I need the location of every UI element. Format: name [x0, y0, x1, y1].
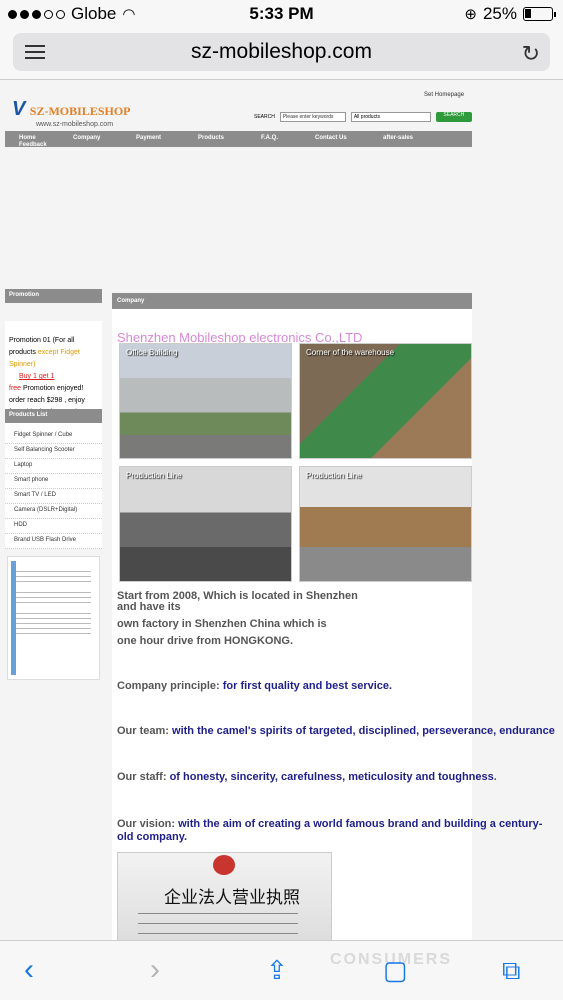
- national-emblem-icon: [213, 855, 235, 875]
- nav-feedback[interactable]: Feedback: [19, 142, 47, 148]
- nav-products[interactable]: Products: [198, 135, 224, 141]
- certificate-image[interactable]: [7, 556, 100, 680]
- principle-text: for first quality and best service.: [222, 680, 393, 692]
- promotion-box: Promotion Promotion 01 (For all products…: [5, 289, 102, 426]
- vision-text-1: with the aim of creating a world famous …: [178, 818, 543, 830]
- nav-payment[interactable]: Payment: [136, 135, 161, 141]
- intro-line-3: own factory in Shenzhen China which is: [117, 618, 327, 630]
- production-line-photo[interactable]: Production Line: [299, 466, 472, 582]
- tabs-icon[interactable]: ⧉: [502, 955, 521, 987]
- site-logo[interactable]: V SZ-MOBILESHOP www.sz-mobileshop.com: [12, 98, 130, 128]
- product-item[interactable]: Self Balancing Scooter: [5, 444, 102, 459]
- product-item[interactable]: Brand USB Flash Drive: [5, 534, 102, 549]
- logo-mark-icon: V: [12, 98, 26, 120]
- vision-text-2: old company.: [117, 831, 188, 843]
- set-homepage-link[interactable]: Set Homepage: [424, 92, 464, 98]
- team-row: Our team: with the camel's spirits of ta…: [117, 725, 555, 737]
- team-label: Our team:: [117, 725, 169, 737]
- url-text[interactable]: sz-mobileshop.com: [13, 40, 550, 64]
- nav-after-sales[interactable]: after-sales: [383, 135, 413, 141]
- principle-row: Company principle: for first quality and…: [117, 680, 392, 692]
- status-bar: Globe ◠ 5:33 PM ⊕ 25%: [0, 0, 563, 28]
- team-text: with the camel's spirits of targeted, di…: [172, 725, 555, 737]
- license-heading: 企业法人营业执照: [164, 888, 300, 908]
- bookmarks-icon[interactable]: ▢: [383, 955, 408, 986]
- photo-caption: Office Building: [126, 348, 178, 357]
- production-line-photo[interactable]: Production Line: [119, 466, 292, 582]
- product-list: Fidget Spinner / Cube Self Balancing Sco…: [5, 423, 102, 549]
- share-icon[interactable]: ⇪: [266, 955, 288, 986]
- photo-caption: Production Line: [126, 471, 182, 480]
- warehouse-photo[interactable]: Corner of the warehouse: [299, 343, 472, 459]
- web-page: V SZ-MOBILESHOP www.sz-mobileshop.com Se…: [0, 80, 563, 940]
- promo-buy[interactable]: Buy 1 get 1: [9, 371, 98, 383]
- product-item[interactable]: Smart phone: [5, 474, 102, 489]
- products-box: Products List Fidget Spinner / Cube Self…: [5, 409, 102, 549]
- main-nav: Home Company Payment Products F.A.Q. Con…: [5, 131, 472, 148]
- vision-row: Our vision: with the aim of creating a w…: [117, 818, 542, 830]
- section-heading: Company: [112, 293, 472, 309]
- nav-company[interactable]: Company: [73, 135, 100, 141]
- browser-toolbar: sz-mobileshop.com ↻: [0, 28, 563, 80]
- product-item[interactable]: Laptop: [5, 459, 102, 474]
- staff-text: of honesty, sincerity, carefulness, meti…: [169, 771, 494, 783]
- status-right: ⊕ 25%: [464, 4, 556, 24]
- product-item[interactable]: Fidget Spinner / Cube: [5, 429, 102, 444]
- back-icon[interactable]: ‹: [24, 953, 34, 987]
- intro-line-4: one hour drive from HONGKONG.: [117, 635, 294, 647]
- reload-icon[interactable]: ↻: [522, 41, 540, 67]
- battery-percent: 25%: [482, 4, 517, 23]
- forward-icon[interactable]: ›: [150, 953, 160, 987]
- staff-label: Our staff:: [117, 771, 167, 783]
- business-license-image[interactable]: 企业法人营业执照: [117, 852, 332, 940]
- intro-line-2: and have its: [117, 601, 181, 613]
- category-select[interactable]: All products: [350, 112, 431, 122]
- logo-name: SZ-MOBILESHOP: [29, 104, 131, 118]
- battery-icon: [523, 7, 556, 21]
- staff-row: Our staff: of honesty, sincerity, carefu…: [117, 771, 497, 783]
- rotation-lock-icon: ⊕: [464, 6, 477, 23]
- photo-caption: Production Line: [306, 471, 362, 480]
- search-input[interactable]: Please enter keywords: [279, 112, 346, 122]
- product-item[interactable]: HDD: [5, 519, 102, 534]
- nav-faq[interactable]: F.A.Q.: [261, 135, 278, 141]
- principle-label: Company principle:: [117, 680, 220, 692]
- nav-home[interactable]: Home: [19, 135, 36, 141]
- address-bar[interactable]: sz-mobileshop.com ↻: [13, 33, 550, 71]
- logo-site: www.sz-mobileshop.com: [36, 121, 114, 128]
- nav-contact-us[interactable]: Contact Us: [315, 135, 347, 141]
- search-row: SEARCH Please enter keywords All product…: [254, 112, 472, 122]
- staff-end: .: [493, 771, 497, 783]
- browser-bottom-toolbar: CONSUMERS ‹ › ⇪ ▢ ⧉: [0, 940, 563, 1000]
- office-building-photo[interactable]: Office Building: [119, 343, 292, 459]
- vision-label: Our vision:: [117, 818, 176, 830]
- product-item[interactable]: Camera (DSLR+Digital): [5, 504, 102, 519]
- products-heading: Products List: [5, 409, 102, 423]
- photo-caption: Corner of the warehouse: [306, 348, 395, 357]
- promotion-heading: Promotion: [5, 289, 102, 303]
- product-item[interactable]: Smart TV / LED: [5, 489, 102, 504]
- search-label: SEARCH: [254, 114, 275, 120]
- promo-free: free: [9, 385, 22, 392]
- search-button[interactable]: SEARCH: [435, 112, 472, 122]
